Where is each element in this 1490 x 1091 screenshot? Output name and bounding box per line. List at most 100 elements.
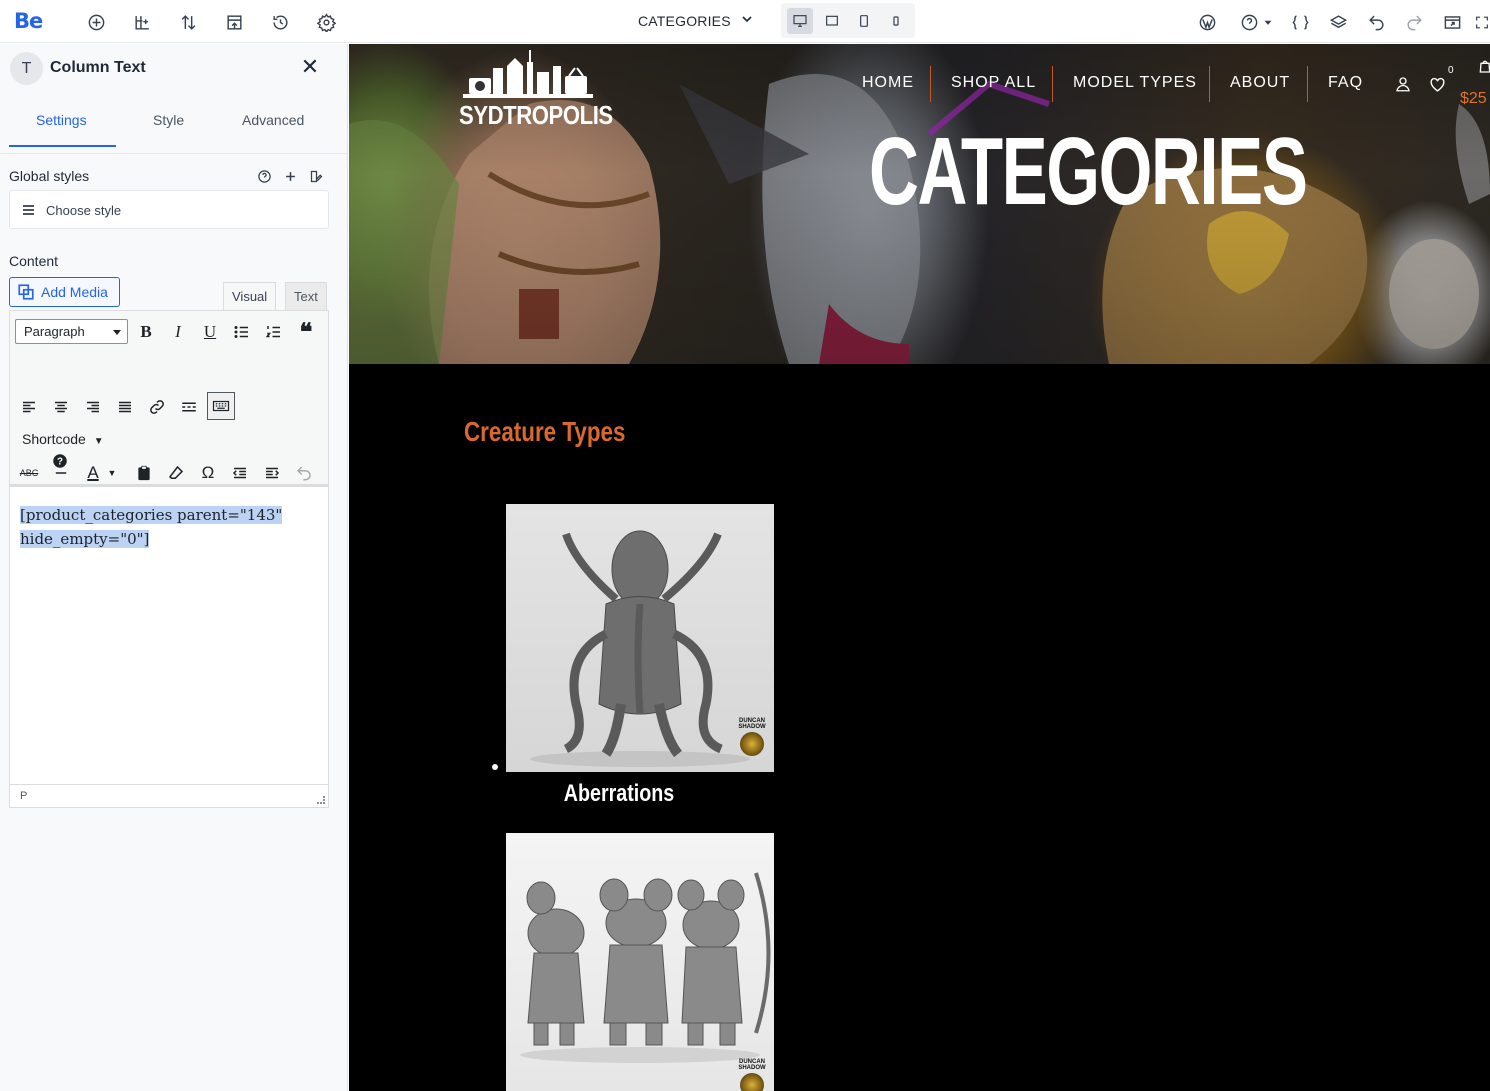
undo-icon[interactable] — [290, 459, 318, 487]
align-right-icon[interactable] — [79, 393, 107, 421]
content-label: Content — [9, 253, 59, 269]
nav-faq[interactable]: FAQ — [1328, 74, 1363, 92]
nav-separator — [930, 66, 931, 102]
tab-settings[interactable]: Settings — [36, 112, 87, 128]
add-media-button[interactable]: Add Media — [9, 277, 120, 307]
read-more-icon[interactable] — [175, 393, 203, 421]
app-logo[interactable]: Be — [14, 9, 43, 33]
cart-total[interactable]: $25 — [1460, 90, 1487, 108]
skyline-logo-icon — [463, 50, 593, 98]
settings-icon[interactable] — [314, 10, 338, 34]
underline-icon[interactable]: U — [196, 318, 224, 346]
wishlist-count: 0 — [1448, 65, 1454, 76]
hero-banner: SYDTROPOLIS HOME SHOP ALL MODEL TYPES AB… — [349, 44, 1490, 364]
nav-about[interactable]: ABOUT — [1230, 74, 1290, 92]
caret-down-icon: ▼ — [93, 436, 104, 447]
close-icon[interactable]: ✕ — [300, 57, 320, 79]
text-color-icon[interactable]: A — [79, 459, 107, 487]
editor-status-bar: P — [9, 784, 329, 808]
toolbar-toggle-icon[interactable] — [207, 392, 235, 420]
cart-icon[interactable] — [1477, 58, 1490, 78]
bulleted-list-icon[interactable] — [228, 318, 256, 346]
layers-icon[interactable] — [1326, 10, 1350, 34]
numbered-list-icon[interactable] — [260, 318, 288, 346]
desktop-icon[interactable] — [787, 8, 813, 34]
list-bullet — [492, 764, 498, 770]
nav-separator — [1307, 66, 1308, 102]
element-path[interactable]: P — [20, 790, 27, 802]
indent-icon[interactable] — [258, 459, 286, 487]
tab-advanced[interactable]: Advanced — [242, 112, 304, 128]
clear-formatting-icon[interactable] — [162, 459, 190, 487]
nav-home[interactable]: HOME — [862, 74, 914, 92]
nav-shop-all[interactable]: SHOP ALL — [951, 74, 1036, 92]
blockquote-icon[interactable]: ❝ — [292, 318, 320, 346]
panel-title: Column Text — [50, 59, 146, 76]
redo-icon[interactable] — [1402, 10, 1426, 34]
watermark-logo: DUNCAN SHADOW — [736, 1059, 768, 1091]
choose-style-select[interactable]: Choose style — [9, 190, 329, 229]
svg-text:?: ? — [57, 456, 63, 467]
preview-icon[interactable] — [1440, 10, 1464, 34]
site-logo[interactable]: SYDTROPOLIS — [459, 44, 613, 134]
resize-handle-icon[interactable] — [317, 796, 325, 804]
undo-icon[interactable] — [1364, 10, 1388, 34]
list-icon — [23, 205, 34, 215]
align-justify-icon[interactable] — [111, 393, 139, 421]
outdent-icon[interactable] — [226, 459, 254, 487]
italic-icon[interactable]: I — [164, 318, 192, 346]
text-color-caret-icon[interactable]: ▼ — [105, 459, 119, 487]
product-category-label[interactable]: Aberrations — [526, 780, 711, 808]
laptop-icon[interactable] — [819, 8, 845, 34]
mobile-icon[interactable] — [883, 8, 909, 34]
caret-down-icon — [113, 330, 121, 335]
sort-icon[interactable] — [176, 10, 200, 34]
align-left-icon[interactable] — [15, 393, 43, 421]
add-element-icon[interactable] — [84, 10, 108, 34]
user-icon[interactable] — [1394, 75, 1412, 97]
bold-icon[interactable]: B — [132, 318, 160, 346]
tab-text[interactable]: Text — [285, 282, 327, 311]
top-toolbar: Be CATEGORIES — [0, 0, 1490, 43]
history-icon[interactable] — [268, 10, 292, 34]
add-media-label: Add Media — [41, 284, 108, 300]
skull-logo-icon — [740, 732, 764, 756]
template-icon[interactable] — [222, 10, 246, 34]
tab-style[interactable]: Style — [153, 112, 184, 128]
watermark-text: DUNCAN SHADOW — [738, 718, 766, 730]
skull-logo-icon — [740, 1073, 764, 1091]
add-section-icon[interactable] — [130, 10, 154, 34]
page-preview: SYDTROPOLIS HOME SHOP ALL MODEL TYPES AB… — [349, 44, 1490, 1091]
page-selector[interactable]: CATEGORIES — [638, 11, 755, 30]
mouse-warriors-miniature-image — [520, 872, 771, 1063]
strikethrough-icon[interactable]: ABC — [15, 459, 43, 487]
creature-miniature-image — [530, 530, 750, 767]
align-center-icon[interactable] — [47, 393, 75, 421]
help-icon[interactable] — [256, 168, 272, 184]
edit-style-icon[interactable] — [308, 168, 324, 184]
tab-visual[interactable]: Visual — [223, 282, 277, 311]
special-character-icon[interactable]: Ω — [194, 459, 222, 487]
nav-model-types[interactable]: MODEL TYPES — [1073, 74, 1197, 92]
element-type-icon: T — [10, 52, 43, 85]
device-switcher — [781, 3, 915, 38]
wordpress-icon[interactable] — [1195, 10, 1219, 34]
heart-icon[interactable] — [1428, 75, 1447, 98]
watermark-text: DUNCAN SHADOW — [738, 1059, 766, 1071]
editor-content-area[interactable]: [product_categories parent="143" hide_em… — [9, 485, 329, 785]
nav-separator — [1052, 66, 1053, 102]
keyboard-shortcuts-help-icon[interactable]: ? — [46, 447, 74, 475]
help-icon[interactable] — [1237, 10, 1261, 34]
product-category-image[interactable]: DUNCAN SHADOW — [506, 504, 774, 772]
plus-icon[interactable] — [282, 168, 298, 184]
tablet-icon[interactable] — [851, 8, 877, 34]
paste-text-icon[interactable] — [130, 459, 158, 487]
help-dropdown-caret-icon[interactable] — [1261, 10, 1275, 34]
format-select[interactable]: Paragraph — [15, 319, 128, 344]
css-icon[interactable] — [1288, 10, 1312, 34]
fullscreen-icon[interactable] — [1474, 10, 1490, 34]
page-selector-label: CATEGORIES — [638, 12, 731, 29]
link-icon[interactable] — [143, 393, 171, 421]
product-category-image[interactable]: DUNCAN SHADOW — [506, 833, 774, 1091]
shortcode-dropdown[interactable]: Shortcode ▼ — [22, 431, 104, 447]
